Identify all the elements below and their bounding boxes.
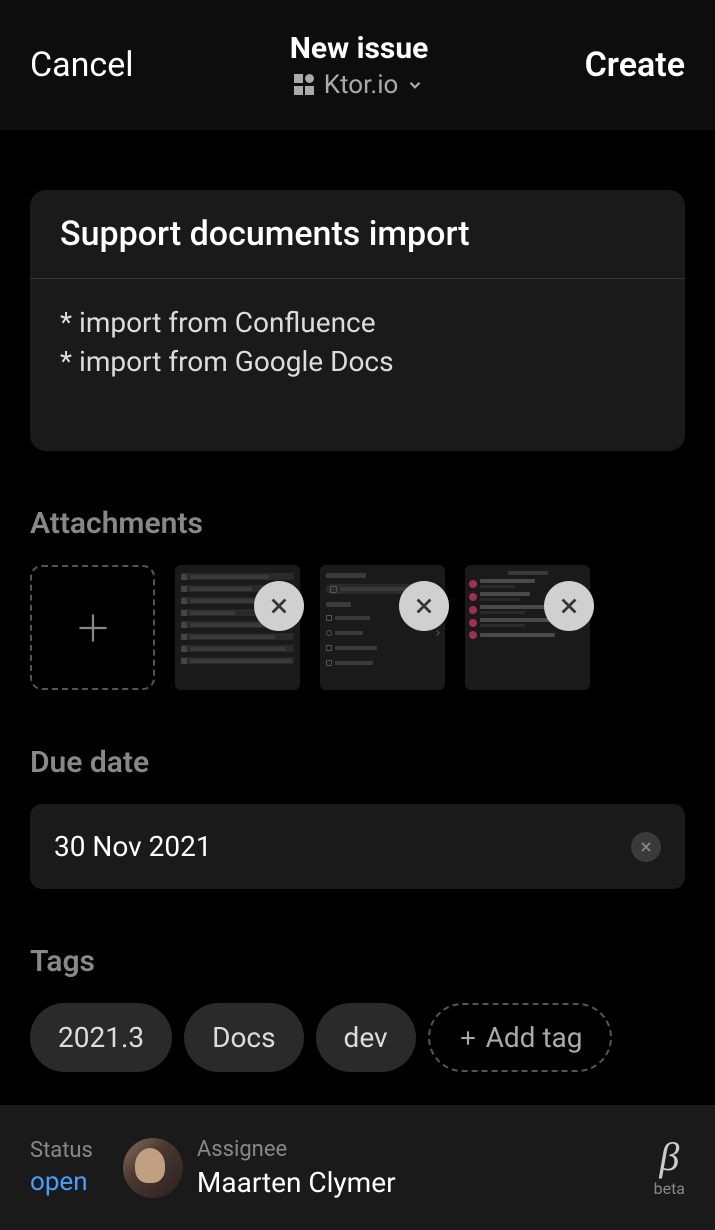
beta-badge[interactable]: β beta [654, 1137, 685, 1198]
attachment-item[interactable] [175, 565, 300, 690]
attachments-label: Attachments [30, 506, 685, 541]
project-name: Ktor.io [324, 70, 399, 100]
status-block[interactable]: Status open [30, 1138, 93, 1197]
header-center: New issue Ktor.io [290, 31, 429, 100]
avatar [123, 1138, 183, 1198]
beta-icon: β [659, 1137, 679, 1177]
plus-icon [458, 1028, 478, 1048]
footer-bar: Status open Assignee Maarten Clymer β be… [0, 1105, 715, 1230]
due-date-label: Due date [30, 745, 685, 780]
tags-row: 2021.3 Docs dev Add tag [30, 1003, 685, 1072]
issue-body-input[interactable]: * import from Confluence * import from G… [30, 279, 685, 451]
tag-chip[interactable]: Docs [184, 1003, 303, 1072]
attachment-item[interactable] [465, 565, 590, 690]
due-date-field[interactable]: 30 Nov 2021 [30, 804, 685, 889]
tags-label: Tags [30, 944, 685, 979]
close-icon [558, 595, 580, 617]
chevron-down-icon [406, 76, 424, 94]
assignee-label: Assignee [197, 1137, 396, 1162]
attachment-item[interactable] [320, 565, 445, 690]
modal-header: Cancel New issue Ktor.io Create [0, 0, 715, 130]
close-icon [268, 595, 290, 617]
due-date-value: 30 Nov 2021 [54, 830, 212, 863]
project-selector[interactable]: Ktor.io [294, 70, 425, 100]
cancel-button[interactable]: Cancel [30, 45, 134, 85]
clear-date-button[interactable] [631, 832, 661, 862]
modal-title: New issue [290, 31, 429, 66]
attachments-row [30, 565, 685, 690]
add-tag-button[interactable]: Add tag [428, 1003, 613, 1072]
modal-content: Support documents import * import from C… [0, 130, 715, 1152]
tag-chip[interactable]: 2021.3 [30, 1003, 172, 1072]
issue-title-input[interactable]: Support documents import [30, 190, 685, 279]
plus-icon [75, 610, 111, 646]
assignee-name: Maarten Clymer [197, 1166, 396, 1199]
create-button[interactable]: Create [585, 45, 685, 85]
add-attachment-button[interactable] [30, 565, 155, 690]
beta-label: beta [654, 1179, 685, 1198]
status-value: open [30, 1167, 93, 1197]
project-icon [294, 74, 316, 96]
close-icon [413, 595, 435, 617]
status-label: Status [30, 1138, 93, 1163]
add-tag-label: Add tag [486, 1021, 583, 1054]
assignee-block[interactable]: Assignee Maarten Clymer [123, 1137, 396, 1199]
close-icon [639, 840, 653, 854]
issue-card: Support documents import * import from C… [30, 190, 685, 451]
tag-chip[interactable]: dev [316, 1003, 416, 1072]
